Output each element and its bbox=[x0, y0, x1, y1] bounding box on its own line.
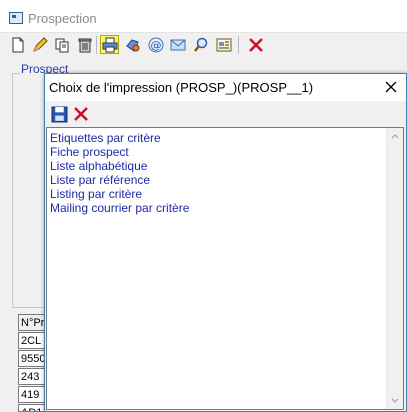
list-item[interactable]: Liste alphabétique bbox=[50, 159, 147, 173]
view-button[interactable] bbox=[214, 35, 233, 54]
new-document-button[interactable] bbox=[8, 35, 27, 54]
app-icon bbox=[9, 12, 23, 24]
table-cell[interactable]: 419 bbox=[18, 386, 46, 403]
printer-setup-button[interactable] bbox=[123, 35, 142, 54]
toolbar-separator bbox=[96, 36, 97, 54]
chevron-up-icon bbox=[391, 134, 399, 139]
main-toolbar: @ bbox=[6, 33, 406, 55]
print-choice-dialog: Choix de l'impression (PROSP_)(PROSP__1)… bbox=[44, 73, 407, 412]
cancel-button[interactable] bbox=[71, 104, 91, 124]
list-item[interactable]: Mailing courrier par critère bbox=[50, 201, 189, 215]
print-icon bbox=[102, 37, 117, 52]
table-header-cell[interactable]: N°Pr bbox=[18, 314, 46, 331]
edit-button[interactable] bbox=[30, 35, 49, 54]
copy-icon bbox=[55, 38, 68, 52]
close-icon bbox=[248, 37, 263, 52]
close-icon bbox=[385, 81, 397, 93]
scroll-up-button[interactable] bbox=[387, 128, 403, 144]
email-icon: @ bbox=[148, 37, 163, 52]
table-cell[interactable]: AD1 bbox=[18, 404, 46, 412]
list-item[interactable]: Etiquettes par critère bbox=[50, 131, 161, 145]
copy-button[interactable] bbox=[52, 35, 71, 54]
mail-button[interactable] bbox=[168, 35, 187, 54]
save-icon bbox=[51, 106, 67, 122]
search-icon bbox=[193, 37, 207, 52]
scroll-down-button[interactable] bbox=[387, 393, 403, 409]
mail-icon bbox=[170, 39, 185, 50]
delete-button[interactable] bbox=[75, 35, 94, 54]
save-button[interactable] bbox=[49, 104, 69, 124]
email-button[interactable]: @ bbox=[146, 35, 165, 54]
table-cell[interactable]: 243 bbox=[18, 368, 46, 385]
main-titlebar: Prospection bbox=[0, 0, 407, 33]
chevron-down-icon bbox=[391, 398, 399, 403]
main-window-title: Prospection bbox=[28, 11, 97, 26]
list-item[interactable]: Listing par critère bbox=[50, 187, 142, 201]
dialog-close-button[interactable] bbox=[382, 78, 400, 96]
printer-setup-icon bbox=[125, 38, 139, 52]
search-button[interactable] bbox=[191, 35, 210, 54]
cancel-icon bbox=[74, 107, 88, 121]
table-cell[interactable]: 9550 bbox=[18, 350, 46, 367]
view-icon bbox=[216, 38, 231, 51]
list-item[interactable]: Liste par référence bbox=[50, 173, 150, 187]
vertical-scrollbar[interactable] bbox=[386, 128, 403, 409]
toolbar-separator bbox=[238, 36, 239, 54]
svg-text:@: @ bbox=[150, 39, 161, 52]
list-item[interactable]: Fiche prospect bbox=[50, 145, 129, 159]
close-button[interactable] bbox=[246, 35, 265, 54]
table-cell[interactable]: 2CL bbox=[18, 332, 46, 349]
group-border-left bbox=[12, 73, 13, 307]
print-options-list[interactable]: Etiquettes par critère Fiche prospect Li… bbox=[46, 127, 404, 410]
dialog-titlebar: Choix de l'impression (PROSP_)(PROSP__1) bbox=[45, 74, 406, 101]
delete-icon bbox=[78, 38, 91, 52]
new-icon bbox=[12, 37, 23, 52]
dialog-title: Choix de l'impression (PROSP_)(PROSP__1) bbox=[49, 80, 314, 95]
print-button[interactable] bbox=[100, 35, 119, 54]
edit-icon bbox=[32, 36, 48, 52]
